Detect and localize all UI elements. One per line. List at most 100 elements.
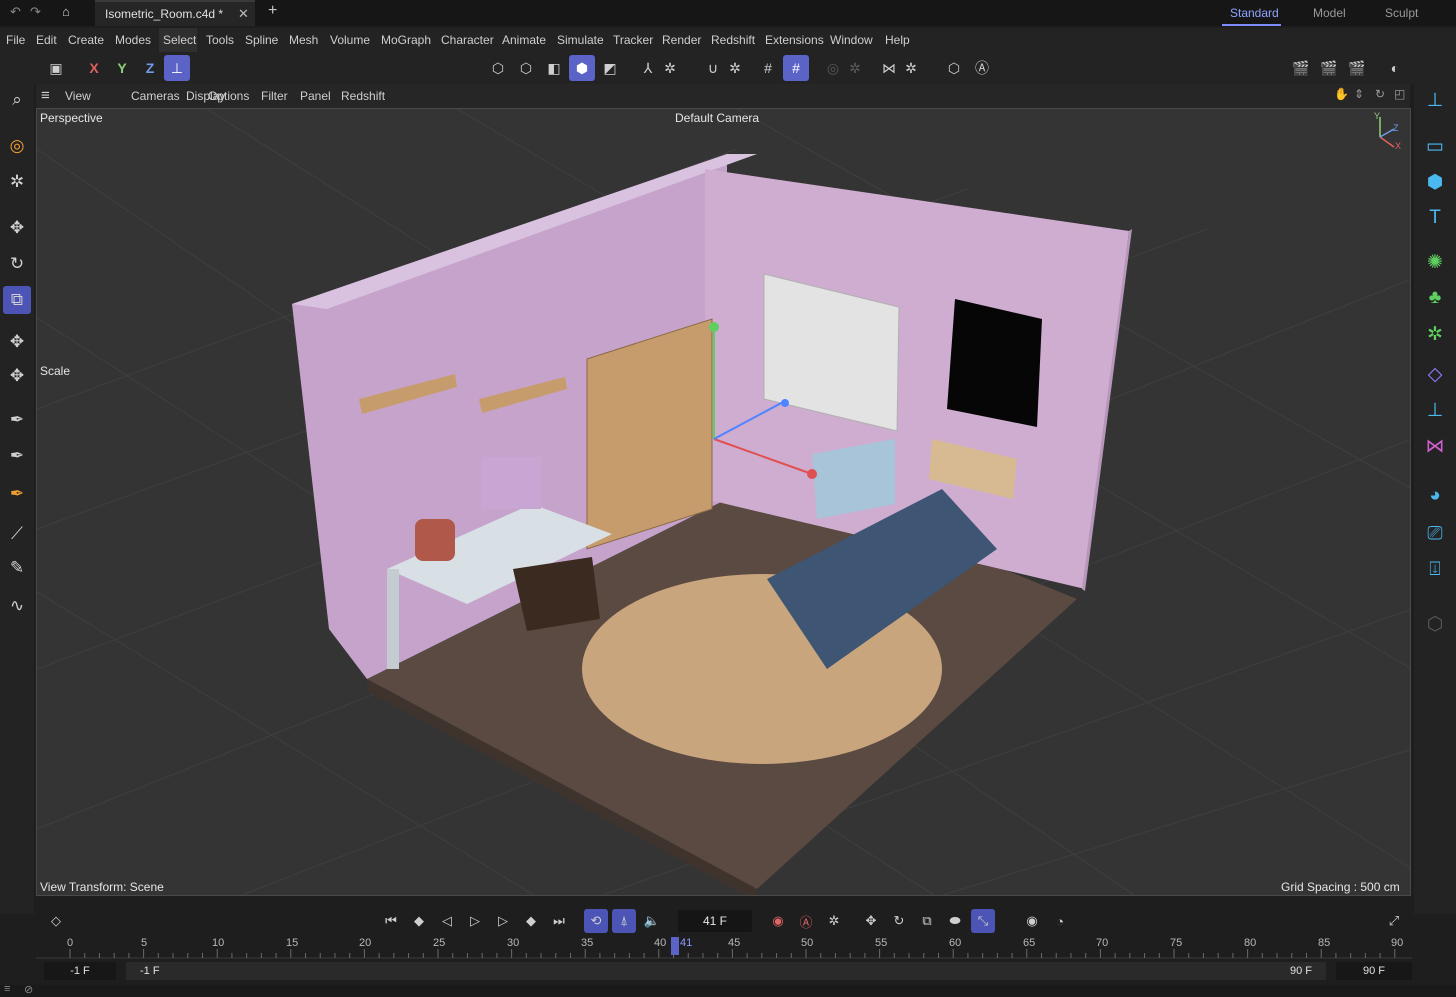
maximize-view-icon[interactable]: ◰: [1394, 87, 1405, 101]
key-scale-icon[interactable]: ⧉: [915, 909, 939, 933]
keyframe-settings-icon[interactable]: ✲: [822, 909, 846, 933]
key-position-icon[interactable]: ✥: [859, 909, 883, 933]
go-to-end-icon[interactable]: ⏭: [547, 909, 571, 933]
viewport-menu-filter[interactable]: Filter: [261, 89, 288, 103]
range-end-field[interactable]: 90 F: [1336, 962, 1412, 980]
axis-settings-icon[interactable]: ✲: [657, 55, 683, 81]
sound-icon[interactable]: 🔈: [640, 909, 664, 933]
viewport-menu-options[interactable]: Options: [208, 89, 249, 103]
brush-icon[interactable]: ⟋: [3, 520, 31, 548]
axis-z-lock-button[interactable]: Z: [137, 55, 163, 81]
object-manager-icon[interactable]: ▣: [43, 55, 69, 81]
axis-y-lock-button[interactable]: Y: [109, 55, 135, 81]
key-rotation-icon[interactable]: ↻: [887, 909, 911, 933]
previous-frame-icon[interactable]: ◁: [435, 909, 459, 933]
record-active-icon[interactable]: ◉: [766, 909, 790, 933]
sketch-icon[interactable]: ✎: [3, 554, 31, 582]
loop-icon[interactable]: ⟲: [584, 909, 608, 933]
pan-view-icon[interactable]: ✋: [1334, 87, 1349, 101]
menu-character[interactable]: Character: [441, 33, 494, 47]
expand-timeline-icon[interactable]: ⤢: [1382, 909, 1406, 933]
pen-icon[interactable]: ✒: [3, 406, 31, 434]
layout-tab-sculpt[interactable]: Sculpt: [1385, 6, 1418, 20]
hamburger-menu-icon[interactable]: ≡: [41, 87, 50, 104]
menu-mesh[interactable]: Mesh: [289, 33, 318, 47]
search-icon[interactable]: ⌕: [3, 86, 31, 114]
rotate-view-icon[interactable]: ↻: [1375, 87, 1385, 101]
null-object-icon[interactable]: ⊥: [1418, 84, 1452, 116]
redo-icon[interactable]: ↷: [30, 4, 41, 20]
menu-mograph[interactable]: MoGraph: [381, 33, 431, 47]
timeline-ruler[interactable]: 0 5 10 15 20 25 30 35 40 41 45 50 55 60 …: [36, 937, 1412, 959]
volume-icon[interactable]: ⋈: [1418, 430, 1452, 462]
scale-icon[interactable]: ⧉: [3, 286, 31, 314]
menu-animate[interactable]: Animate: [502, 33, 546, 47]
coordinate-system-icon[interactable]: ⊥: [164, 55, 190, 81]
range-start-field[interactable]: -1 F: [44, 962, 116, 980]
menu-tracker[interactable]: Tracker: [613, 33, 653, 47]
menu-volume[interactable]: Volume: [330, 33, 370, 47]
symmetry-settings-icon[interactable]: ✲: [898, 55, 924, 81]
transform-icon[interactable]: ✥: [3, 328, 31, 356]
spline-smooth-icon[interactable]: ∿: [3, 592, 31, 620]
close-tab-icon[interactable]: ✕: [238, 6, 249, 22]
undo-icon[interactable]: ↶: [10, 4, 21, 20]
environment-icon[interactable]: ◕: [1418, 480, 1452, 512]
viewport-perspective[interactable]: Perspective Default Camera Y Z X Scale V…: [36, 108, 1411, 896]
menu-file[interactable]: File: [6, 33, 25, 47]
workplane-icon[interactable]: #: [783, 55, 809, 81]
key-parameter-icon[interactable]: ⬬: [943, 909, 967, 933]
home-icon[interactable]: ⌂: [62, 4, 70, 19]
spline-pen-icon[interactable]: ✒: [3, 442, 31, 470]
new-tab-button[interactable]: +: [268, 2, 277, 20]
uv-mode-icon[interactable]: ◩: [597, 55, 623, 81]
move-icon[interactable]: ✥: [3, 214, 31, 242]
current-frame-field[interactable]: 41 F: [678, 910, 752, 932]
menu-help[interactable]: Help: [885, 33, 910, 47]
grid-icon[interactable]: #: [755, 55, 781, 81]
auto-key-icon[interactable]: Ⓐ: [969, 55, 995, 81]
autokey-icon[interactable]: Ⓐ: [794, 909, 818, 933]
polygons-mode-icon[interactable]: ◧: [541, 55, 567, 81]
range-slider[interactable]: -1 F 90 F: [126, 962, 1326, 980]
mograph-effector-icon[interactable]: ♣: [1418, 282, 1452, 314]
interactive-render-icon[interactable]: ◐: [1382, 55, 1408, 81]
placement-icon[interactable]: ✥: [3, 362, 31, 390]
text-icon[interactable]: T: [1418, 202, 1452, 234]
menu-select[interactable]: Select: [163, 33, 196, 47]
menu-render[interactable]: Render: [662, 33, 701, 47]
solo-settings-icon[interactable]: ✲: [842, 55, 868, 81]
menu-extensions[interactable]: Extensions: [765, 33, 824, 47]
motion-record-icon[interactable]: ◉: [1020, 909, 1044, 933]
render-settings-icon[interactable]: 🎬: [1344, 55, 1370, 81]
viewport-menu-cameras[interactable]: Cameras: [131, 89, 180, 103]
camera-name-label[interactable]: Default Camera: [675, 111, 759, 125]
move-view-icon[interactable]: ⇕: [1354, 87, 1364, 101]
viewport-menu-redshift[interactable]: Redshift: [341, 89, 385, 103]
lock-icon[interactable]: ⬡: [941, 55, 967, 81]
deformer-icon[interactable]: ◇: [1418, 358, 1452, 390]
key-pla-icon[interactable]: ⤡: [971, 909, 995, 933]
next-frame-icon[interactable]: ▷: [491, 909, 515, 933]
tag-icon[interactable]: ⬡: [1418, 608, 1452, 640]
render-view-icon[interactable]: 🎬: [1288, 55, 1314, 81]
menu-tools[interactable]: Tools: [206, 33, 234, 47]
live-selection-icon[interactable]: ◎: [3, 132, 31, 160]
edges-mode-icon[interactable]: ⬡: [513, 55, 539, 81]
generator-icon[interactable]: ⊥: [1418, 394, 1452, 426]
render-picture-viewer-icon[interactable]: 🎬: [1316, 55, 1342, 81]
document-tab[interactable]: Isometric_Room.c4d * ✕: [95, 0, 255, 26]
model-mode-icon[interactable]: ⬢: [569, 55, 595, 81]
menu-create[interactable]: Create: [68, 33, 104, 47]
layout-tab-standard[interactable]: Standard: [1230, 6, 1279, 20]
keyframe-icon[interactable]: ◇: [44, 909, 68, 933]
viewport-menu-panel[interactable]: Panel: [300, 89, 331, 103]
status-edit-icon[interactable]: ⊘: [24, 983, 33, 996]
go-to-start-icon[interactable]: ⏮: [379, 909, 403, 933]
status-menu-icon[interactable]: ≡: [4, 983, 10, 995]
menu-spline[interactable]: Spline: [245, 33, 278, 47]
next-key-icon[interactable]: ◆: [519, 909, 543, 933]
light-icon[interactable]: ⍗: [1418, 554, 1452, 586]
selection-tools-icon[interactable]: ✲: [3, 168, 31, 196]
cloner-icon[interactable]: ✺: [1418, 246, 1452, 278]
